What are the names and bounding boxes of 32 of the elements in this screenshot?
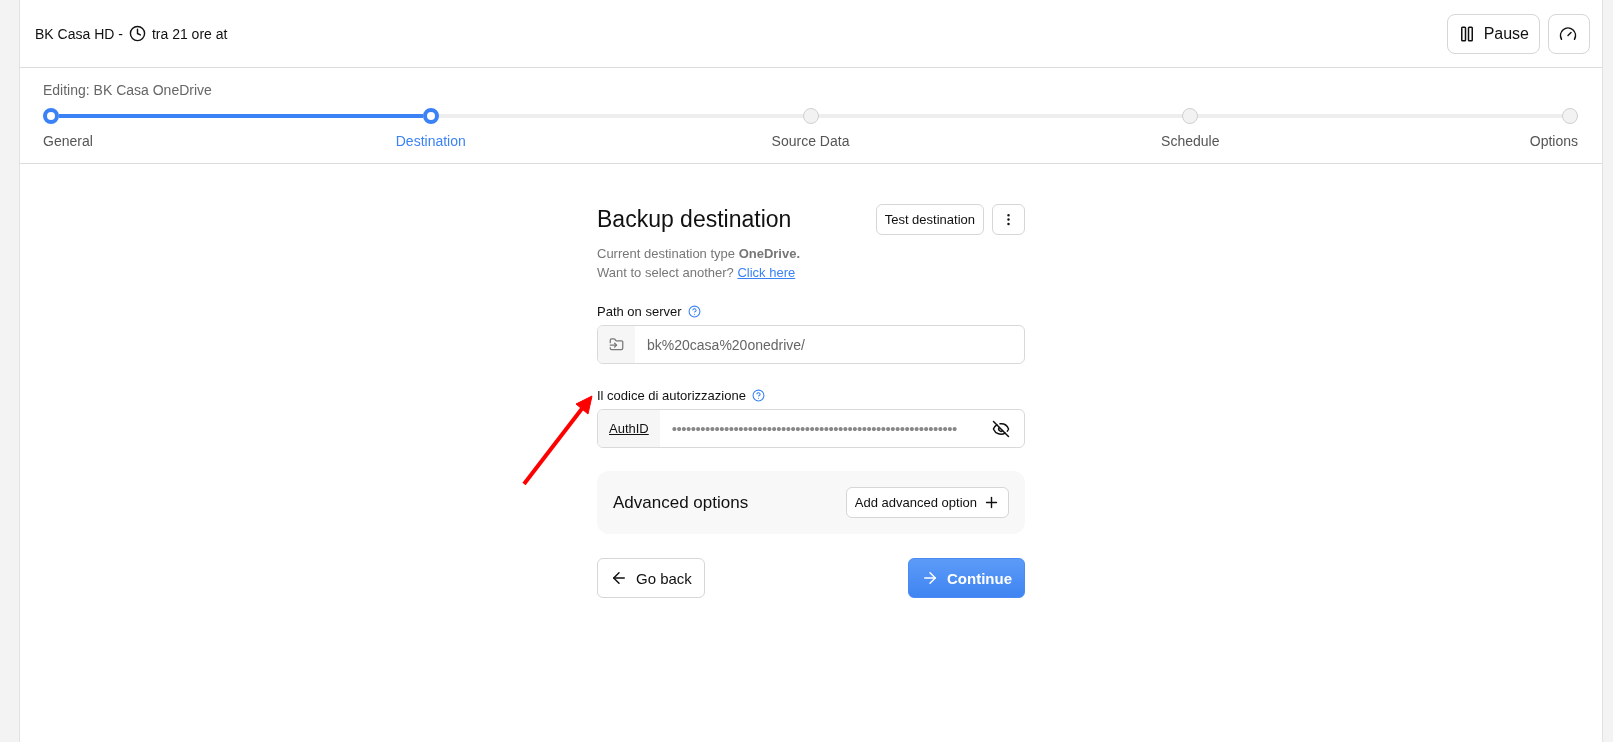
- test-destination-button[interactable]: Test destination: [875, 204, 984, 235]
- go-back-button[interactable]: Go back: [597, 558, 705, 598]
- backup-title: BK Casa HD -: [35, 25, 123, 42]
- editing-caption: Editing: BK Casa OneDrive: [43, 82, 213, 98]
- step-label[interactable]: Destination: [395, 133, 466, 149]
- click-here-link[interactable]: Click here: [737, 265, 796, 280]
- folder-icon: [609, 337, 624, 352]
- gauge-button[interactable]: [1548, 13, 1590, 54]
- schedule-text: tra 21 ore at: [151, 25, 228, 42]
- help-icon[interactable]: [687, 305, 701, 318]
- field-label: Il codice di autorizzazione: [597, 388, 746, 403]
- step-label[interactable]: Options: [1529, 133, 1578, 149]
- step-label[interactable]: Schedule: [1161, 133, 1220, 149]
- plus-icon: [983, 494, 1000, 511]
- add-advanced-option-button[interactable]: Add advanced option: [845, 487, 1009, 518]
- step-label[interactable]: General: [43, 133, 93, 149]
- eye-off-icon: [992, 419, 1010, 438]
- more-button[interactable]: [992, 204, 1025, 235]
- field-label: Path on server: [597, 304, 682, 319]
- advanced-options-title: Advanced options: [613, 492, 749, 513]
- form-title: Backup destination: [597, 206, 793, 233]
- step-label[interactable]: Source Data: [771, 133, 850, 149]
- auth-code-field[interactable]: AuthID ••••••••••••••••••••••••••••••••••••••••••••••••••••••••••••: [597, 409, 1025, 448]
- select-another-text: Want to select another?: [597, 265, 734, 280]
- pause-button[interactable]: Pause: [1446, 13, 1540, 54]
- arrow-right-icon: [921, 569, 939, 587]
- clock-icon: [128, 25, 146, 42]
- destination-type-text: Current destination type OneDrive.: [597, 245, 802, 263]
- authid-label: AuthID: [598, 410, 660, 447]
- help-icon[interactable]: [751, 389, 765, 402]
- gauge-icon: [1559, 24, 1577, 43]
- auth-code-input[interactable]: ••••••••••••••••••••••••••••••••••••••••••••••••••••••••••••: [659, 410, 984, 447]
